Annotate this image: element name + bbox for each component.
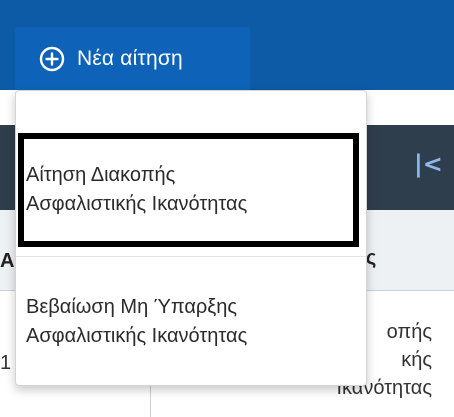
plus-circle-icon <box>39 46 65 72</box>
table-cell-left-fragment: 1 <box>0 352 12 374</box>
table-header-left-fragment: Α <box>0 250 15 272</box>
menu-item-insurance-suspension-request[interactable]: Αίτηση Διακοπής Ασφαλιστικής Ικανότητας <box>18 133 359 247</box>
new-request-button[interactable]: Νέα αίτηση <box>15 27 250 90</box>
new-request-label: Νέα αίτηση <box>77 46 183 70</box>
menu-item-line-2: Ασφαλιστικής Ικανότητας <box>26 325 248 347</box>
new-request-dropdown-menu: Αίτηση Διακοπής Ασφαλιστικής Ικανότητας … <box>15 90 367 386</box>
highlight-box <box>18 133 359 247</box>
page: Νέα αίτηση |< Α σης 1 οπής κής Ικανότητα… <box>0 0 454 417</box>
menu-item-no-insurance-certificate[interactable]: Βεβαίωση Μη Ύπαρξης Ασφαλιστικής Ικανότη… <box>26 293 247 351</box>
menu-divider <box>16 256 366 257</box>
first-page-icon[interactable]: |< <box>414 150 443 178</box>
menu-item-line-1: Βεβαίωση Μη Ύπαρξης <box>26 296 238 318</box>
